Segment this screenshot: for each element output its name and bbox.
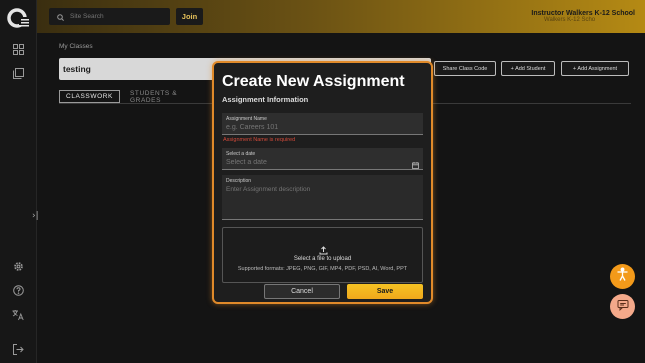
chat-icon [617, 298, 629, 316]
search-input[interactable] [70, 13, 160, 20]
chat-button[interactable] [610, 294, 635, 319]
modal-subtitle: Assignment Information [222, 95, 309, 104]
join-button[interactable]: Join [176, 8, 203, 25]
gear-icon[interactable] [11, 259, 25, 273]
top-bar: Join Instructor Walkers K-12 School Walk… [37, 0, 645, 33]
description-field[interactable]: Description [222, 175, 423, 220]
search-icon [57, 8, 64, 26]
save-button[interactable]: Save [347, 284, 423, 299]
collapse-sidebar-icon[interactable]: ›| [32, 211, 39, 221]
tab-students-grades[interactable]: STUDENTS & GRADES [130, 90, 210, 104]
supported-formats: Supported formats: JPEG, PNG, GIF, MP4, … [237, 266, 408, 272]
description-label: Description [226, 178, 252, 184]
assignment-name-field[interactable]: Assignment Name [222, 113, 423, 135]
assignment-name-label: Assignment Name [226, 116, 267, 122]
translate-icon[interactable] [11, 308, 25, 322]
library-icon[interactable] [11, 66, 25, 80]
tab-classwork[interactable]: CLASSWORK [59, 90, 120, 103]
date-field[interactable]: Select a date [222, 148, 423, 170]
description-input[interactable] [226, 186, 416, 214]
accessibility-button[interactable] [610, 264, 635, 289]
assignment-name-input[interactable] [226, 124, 411, 131]
calendar-icon[interactable] [412, 156, 419, 169]
help-icon[interactable] [11, 283, 25, 297]
accessibility-icon [615, 267, 630, 287]
add-assignment-button[interactable]: + Add Assignment [561, 61, 629, 76]
school-name: Instructor Walkers K-12 School [531, 10, 635, 17]
breadcrumb[interactable]: My Classes [59, 43, 93, 50]
add-student-button[interactable]: + Add Student [501, 61, 555, 76]
class-name: testing [63, 64, 91, 74]
upload-instructions: Select a file to upload [293, 256, 352, 262]
sidebar: ›| [0, 0, 39, 363]
file-upload-dropzone[interactable]: Select a file to upload Supported format… [222, 227, 423, 283]
dashboard-icon[interactable] [11, 42, 25, 56]
school-subtitle: Walkers K-12 Scho [544, 17, 596, 23]
date-input[interactable] [226, 159, 411, 166]
modal-title: Create New Assignment [222, 73, 405, 90]
assignment-name-error: Assignment Name is required [223, 137, 296, 143]
share-class-code-button[interactable]: Share Class Code [434, 61, 496, 76]
logout-icon[interactable] [11, 342, 25, 356]
site-search[interactable] [49, 8, 170, 25]
create-assignment-modal: Create New Assignment Assignment Informa… [212, 61, 433, 304]
cancel-button[interactable]: Cancel [264, 284, 340, 299]
date-label: Select a date [226, 151, 256, 157]
upload-icon [319, 242, 328, 255]
app-logo[interactable] [7, 7, 31, 29]
